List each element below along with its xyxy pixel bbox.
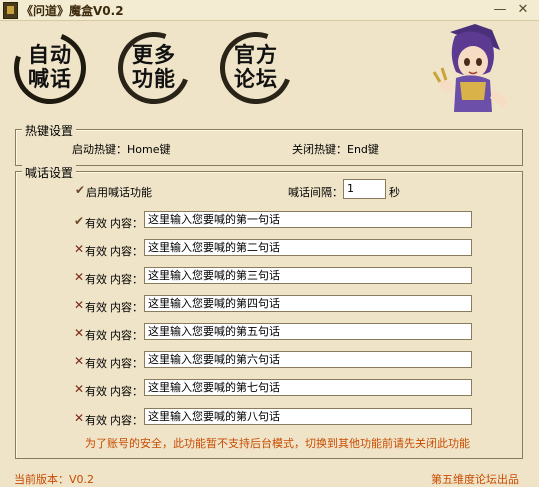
enable-shout-checkbox[interactable]: ✔ <box>75 184 85 196</box>
row-2-content-input[interactable]: 这里输入您要喊的第二句话 <box>144 239 472 256</box>
row-4-valid-checkbox[interactable]: ✕ <box>74 299 84 311</box>
row-5-content-input[interactable]: 这里输入您要喊的第五句话 <box>144 323 472 340</box>
interval-label: 喊话间隔： <box>288 186 343 199</box>
auto-shout-button[interactable]: 自动 喊话 <box>2 20 98 116</box>
row-3-valid-checkbox[interactable]: ✕ <box>74 271 84 283</box>
interval-unit-label: 秒 <box>389 186 400 199</box>
mascot-character <box>432 24 508 112</box>
row-valid-label: 有效 <box>85 357 107 370</box>
more-features-button[interactable]: 更多 功能 <box>106 20 202 116</box>
row-8-content-input[interactable]: 这里输入您要喊的第八句话 <box>144 408 472 425</box>
row-5-valid-checkbox[interactable]: ✕ <box>74 327 84 339</box>
row-valid-label: 有效 <box>85 385 107 398</box>
row-4-content-input[interactable]: 这里输入您要喊的第四句话 <box>144 295 472 312</box>
official-forum-label-2: 论坛 <box>234 67 278 91</box>
official-forum-button[interactable]: 官方 论坛 <box>208 20 304 116</box>
row-valid-label: 有效 <box>85 217 107 230</box>
row-valid-label: 有效 <box>85 329 107 342</box>
row-3-content-input[interactable]: 这里输入您要喊的第三句话 <box>144 267 472 284</box>
row-7-content-input[interactable]: 这里输入您要喊的第七句话 <box>144 379 472 396</box>
row-6-content-input[interactable]: 这里输入您要喊的第六句话 <box>144 351 472 368</box>
row-8-valid-checkbox[interactable]: ✕ <box>74 412 84 424</box>
app-icon <box>3 2 18 19</box>
title-bar: 《问道》魔盒V0.2 — ✕ <box>0 0 539 21</box>
row-valid-label: 有效 <box>85 301 107 314</box>
shout-group-title: 喊话设置 <box>22 164 77 181</box>
row-6-valid-checkbox[interactable]: ✕ <box>74 355 84 367</box>
row-valid-label: 有效 <box>85 245 107 258</box>
credit-label: 第五维度论坛出品 <box>431 473 519 486</box>
row-valid-label: 有效 <box>85 273 107 286</box>
safety-notice: 为了账号的安全，此功能暂不支持后台模式，切换到其他功能前请先关闭此功能 <box>85 437 470 450</box>
row-content-label: 内容： <box>110 273 143 286</box>
start-hotkey-label: 启动热键：Home键 <box>72 143 171 156</box>
auto-shout-label-1: 自动 <box>28 43 72 67</box>
hotkey-settings-group: 热键设置 启动热键：Home键 关闭热键：End键 <box>15 122 523 166</box>
more-features-label-2: 功能 <box>132 67 176 91</box>
row-content-label: 内容： <box>110 245 143 258</box>
version-label: 当前版本：V0.2 <box>14 473 95 486</box>
row-valid-label: 有效 <box>85 414 107 427</box>
row-content-label: 内容： <box>110 301 143 314</box>
row-content-label: 内容： <box>110 217 143 230</box>
minimize-button[interactable]: — <box>492 2 508 17</box>
interval-input[interactable]: 1 <box>343 179 386 199</box>
row-content-label: 内容： <box>110 414 143 427</box>
row-7-valid-checkbox[interactable]: ✕ <box>74 383 84 395</box>
row-content-label: 内容： <box>110 385 143 398</box>
close-button[interactable]: ✕ <box>515 2 531 17</box>
row-content-label: 内容： <box>110 357 143 370</box>
official-forum-label-1: 官方 <box>234 43 278 67</box>
row-2-valid-checkbox[interactable]: ✕ <box>74 243 84 255</box>
enable-shout-label: 启用喊话功能 <box>86 186 152 199</box>
row-content-label: 内容： <box>110 329 143 342</box>
row-1-valid-checkbox[interactable]: ✔ <box>74 215 84 227</box>
stop-hotkey-label: 关闭热键：End键 <box>292 143 379 156</box>
hotkey-group-title: 热键设置 <box>22 122 77 139</box>
window-title: 《问道》魔盒V0.2 <box>21 4 124 18</box>
row-1-content-input[interactable]: 这里输入您要喊的第一句话 <box>144 211 472 228</box>
auto-shout-label-2: 喊话 <box>28 67 72 91</box>
more-features-label-1: 更多 <box>132 43 176 67</box>
